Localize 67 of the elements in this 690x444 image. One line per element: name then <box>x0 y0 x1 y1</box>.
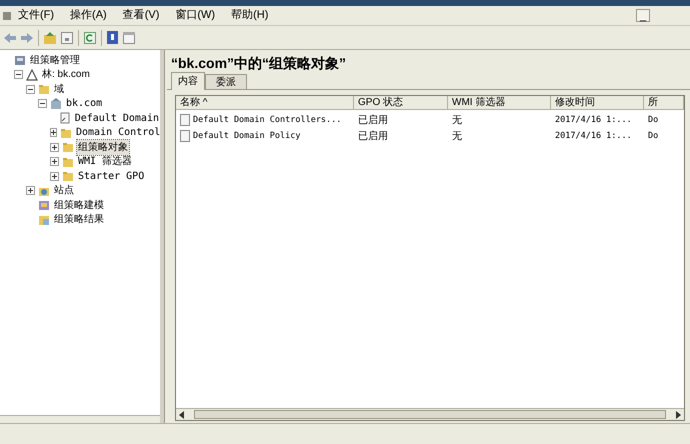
expand-icon[interactable] <box>26 186 35 196</box>
collapse-icon[interactable] <box>14 70 23 80</box>
panel-icon[interactable] <box>61 32 73 44</box>
tree-item[interactable]: Domain Control <box>75 125 160 140</box>
tree-item[interactable]: Default Domain <box>74 110 160 126</box>
tree-item[interactable]: 组策略管理 <box>29 52 81 68</box>
triangle-icon <box>26 68 38 81</box>
menu-item[interactable]: 窗口(W) <box>175 7 216 24</box>
table-cell-text: 已启用 <box>358 130 388 144</box>
folder-icon <box>60 126 72 139</box>
menu-item[interactable]: 查看(V) <box>122 7 160 24</box>
column-header[interactable]: 修改时间 <box>551 96 644 109</box>
expand-icon[interactable] <box>50 157 59 166</box>
pane-title: “bk.com”中的“组策略对象” <box>170 54 348 72</box>
table-cell-text: 无 <box>452 130 462 144</box>
menu-item[interactable]: 文件(F) <box>18 7 54 24</box>
expand-icon[interactable] <box>50 172 59 181</box>
folder-icon <box>38 83 50 96</box>
expand-icon[interactable] <box>50 142 59 152</box>
scroll-right-icon[interactable] <box>674 410 682 418</box>
table-cell: Do <box>648 130 658 142</box>
document-icon <box>180 130 190 142</box>
building-icon <box>50 98 62 110</box>
tab[interactable]: 内容 <box>171 72 205 90</box>
document-icon <box>58 112 71 124</box>
tree-item[interactable]: 林: bk.com <box>41 67 91 82</box>
column-header[interactable]: 所 <box>644 96 684 109</box>
help-icon[interactable] <box>107 31 118 44</box>
column-header[interactable]: WMI 筛选器 <box>448 96 551 109</box>
refresh-icon[interactable] <box>84 32 96 44</box>
folder-up-icon[interactable] <box>44 32 56 44</box>
tree-item[interactable]: 组策略建模 <box>53 198 105 213</box>
collapse-icon[interactable] <box>26 84 35 94</box>
console-icon <box>14 54 26 66</box>
tree-item[interactable]: bk.com <box>65 96 104 112</box>
expand-icon[interactable] <box>50 128 57 138</box>
collapse-icon[interactable] <box>38 99 47 108</box>
folder-icon <box>62 156 74 168</box>
table-cell: 2017/4/16 1:... <box>555 130 632 142</box>
scroll-left-icon[interactable] <box>178 410 186 418</box>
tree-item[interactable]: 组策略对象 <box>77 140 129 155</box>
tree-item[interactable]: 域 <box>53 82 65 97</box>
column-header[interactable]: GPO 状态 <box>354 96 448 109</box>
tree-item[interactable]: 站点 <box>53 183 75 198</box>
menu-item[interactable]: 操作(A) <box>70 7 107 24</box>
table-cell-text: 无 <box>452 114 462 128</box>
tree-item[interactable]: WMI 筛选器 <box>77 154 134 170</box>
document-icon <box>180 114 190 126</box>
folder-icon <box>62 170 74 182</box>
table-cell: 2017/4/16 1:... <box>555 114 632 126</box>
table-cell: Default Domain Controllers... <box>193 114 342 126</box>
column-header[interactable]: 名称 ^ <box>176 96 354 109</box>
chart-icon <box>38 199 50 212</box>
tree-item[interactable]: Starter GPO <box>77 168 146 184</box>
table-cell: Default Domain Policy <box>193 130 300 142</box>
folder-report-icon <box>38 214 50 226</box>
table-cell: Do <box>648 114 658 126</box>
minimize-button[interactable]: _ <box>636 9 650 22</box>
tree-item[interactable]: 组策略结果 <box>53 212 105 228</box>
panel-icon[interactable] <box>123 32 135 44</box>
app-icon <box>2 10 12 20</box>
menu-item[interactable]: 帮助(H) <box>231 7 268 24</box>
folder-icon <box>62 141 74 154</box>
scrollbar-thumb[interactable] <box>194 410 666 419</box>
horizontal-scrollbar[interactable] <box>0 415 160 423</box>
table-cell-text: 已启用 <box>358 114 388 128</box>
tab[interactable]: 委派 <box>205 74 247 89</box>
